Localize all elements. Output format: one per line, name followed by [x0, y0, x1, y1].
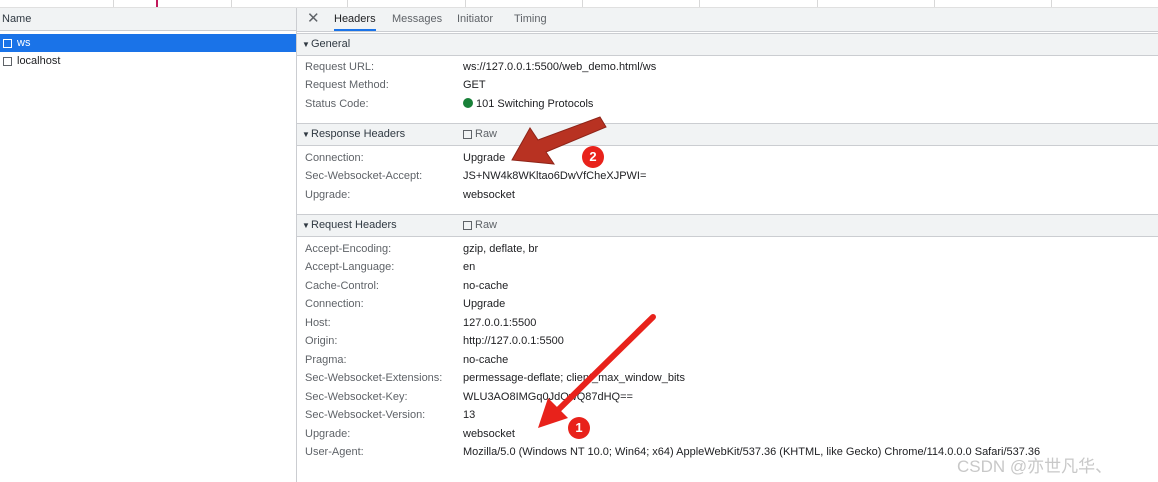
- request-details-panel: ✕ Headers Messages Initiator Timing ▼ Ge…: [297, 8, 1158, 482]
- request-headers-section-header[interactable]: ▼ Request Headers Raw: [297, 214, 1158, 237]
- timeline-tick: [113, 0, 114, 7]
- request-header-row: Host: 127.0.0.1:5500: [297, 314, 1158, 332]
- header-value: http://127.0.0.1:5500: [463, 335, 564, 347]
- status-value: 101 Switching Protocols: [463, 95, 593, 113]
- expand-triangle-icon: ▼: [302, 40, 310, 49]
- request-name: localhost: [17, 55, 61, 67]
- header-value: gzip, deflate, br: [463, 243, 539, 255]
- status-text: 101 Switching Protocols: [476, 98, 594, 110]
- timeline-tick: [817, 0, 818, 7]
- section-title: Request Headers: [311, 219, 397, 231]
- header-key: Accept-Encoding:: [305, 243, 392, 255]
- timeline-tick: [582, 0, 583, 7]
- response-header-row: Connection: Upgrade: [297, 149, 1158, 167]
- request-name: ws: [17, 37, 31, 49]
- timeline-tick: [347, 0, 348, 7]
- header-value: Mozilla/5.0 (Windows NT 10.0; Win64; x64…: [463, 446, 1041, 458]
- header-key: User-Agent:: [305, 446, 364, 458]
- document-request-icon: [3, 56, 12, 66]
- header-key: Sec-Websocket-Accept:: [305, 170, 423, 182]
- watermark: CSDN @亦世凡华、: [957, 457, 1113, 476]
- header-key: Cache-Control:: [305, 280, 379, 292]
- websocket-request-icon: [3, 38, 12, 48]
- section-title: General: [311, 38, 351, 50]
- request-header-row: Pragma: no-cache: [297, 351, 1158, 369]
- header-key: Sec-Websocket-Key:: [305, 391, 408, 403]
- header-value: permessage-deflate; client_max_window_bi…: [463, 372, 685, 384]
- request-header-row: Upgrade: websocket: [297, 425, 1158, 443]
- header-value: en: [463, 261, 476, 273]
- header-value: ws://127.0.0.1:5500/web_demo.html/ws: [463, 61, 657, 73]
- header-key: Status Code:: [305, 98, 369, 110]
- general-row: Status Code: 101 Switching Protocols: [297, 95, 1158, 113]
- timeline-marker: [156, 0, 158, 7]
- header-value: 127.0.0.1:5500: [463, 317, 537, 329]
- raw-toggle[interactable]: Raw: [463, 215, 497, 236]
- response-header-row: Upgrade: websocket: [297, 186, 1158, 204]
- tab-messages[interactable]: Messages: [392, 8, 442, 31]
- general-section-header[interactable]: ▼ General: [297, 33, 1158, 56]
- timeline-tick: [699, 0, 700, 7]
- header-value: no-cache: [463, 354, 509, 366]
- request-row-localhost[interactable]: localhost: [0, 52, 296, 70]
- checkbox-icon: [463, 130, 472, 139]
- timeline-tick: [465, 0, 466, 7]
- request-list-panel: Name ws localhost: [0, 8, 297, 482]
- header-value: Upgrade: [463, 298, 506, 310]
- header-value: no-cache: [463, 280, 509, 292]
- header-key: Request URL:: [305, 61, 375, 73]
- checkbox-icon: [463, 221, 472, 230]
- status-success-icon: [463, 98, 473, 108]
- header-key: Origin:: [305, 335, 338, 347]
- header-value: GET: [463, 79, 486, 91]
- details-tab-bar: ✕ Headers Messages Initiator Timing: [297, 8, 1158, 32]
- header-key: Upgrade:: [305, 189, 351, 201]
- response-header-row: Sec-Websocket-Accept: JS+NW4k8WKltao6DwV…: [297, 167, 1158, 185]
- general-row: Request URL: ws://127.0.0.1:5500/web_dem…: [297, 58, 1158, 76]
- close-icon[interactable]: ✕: [307, 10, 320, 28]
- raw-label: Raw: [475, 128, 498, 140]
- header-key: Host:: [305, 317, 331, 329]
- timeline-tick: [1051, 0, 1052, 7]
- header-key: Upgrade:: [305, 428, 351, 440]
- response-headers-section-header[interactable]: ▼ Response Headers Raw: [297, 123, 1158, 146]
- request-header-row: Accept-Encoding: gzip, deflate, br: [297, 240, 1158, 258]
- request-row-ws[interactable]: ws: [0, 34, 296, 52]
- header-key: Sec-Websocket-Version:: [305, 409, 426, 421]
- header-value: Upgrade: [463, 152, 506, 164]
- header-key: Connection:: [305, 298, 364, 310]
- general-row: Request Method: GET: [297, 76, 1158, 94]
- expand-triangle-icon: ▼: [302, 130, 310, 139]
- header-value: websocket: [463, 428, 515, 440]
- top-timeline-strip: [0, 0, 1158, 8]
- annotation-badge-1: 1: [568, 417, 590, 439]
- header-key: Accept-Language:: [305, 261, 395, 273]
- request-header-row: Connection: Upgrade: [297, 295, 1158, 313]
- expand-triangle-icon: ▼: [302, 221, 310, 230]
- request-header-row: Sec-Websocket-Key: WLU3AO8IMGq0JdOwQ87dH…: [297, 388, 1158, 406]
- name-column-header[interactable]: Name: [0, 8, 296, 31]
- request-header-row: Accept-Language: en: [297, 258, 1158, 276]
- tab-headers[interactable]: Headers: [334, 8, 376, 31]
- request-header-row: Sec-Websocket-Version: 13: [297, 406, 1158, 424]
- timeline-tick: [231, 0, 232, 7]
- header-value: JS+NW4k8WKltao6DwVfCheXJPWI=: [463, 170, 647, 182]
- header-key: Request Method:: [305, 79, 389, 91]
- header-value: 13: [463, 409, 476, 421]
- raw-label: Raw: [475, 219, 498, 231]
- header-value: websocket: [463, 189, 515, 201]
- request-header-row: Cache-Control: no-cache: [297, 277, 1158, 295]
- annotation-badge-2: 2: [582, 146, 604, 168]
- raw-toggle[interactable]: Raw: [463, 124, 497, 145]
- header-value: WLU3AO8IMGq0JdOwQ87dHQ==: [463, 391, 633, 403]
- header-key: Pragma:: [305, 354, 347, 366]
- tab-timing[interactable]: Timing: [514, 8, 547, 31]
- request-header-row: Origin: http://127.0.0.1:5500: [297, 332, 1158, 350]
- header-key: Sec-Websocket-Extensions:: [305, 372, 443, 384]
- header-key: Connection:: [305, 152, 364, 164]
- section-title: Response Headers: [311, 128, 406, 140]
- tab-initiator[interactable]: Initiator: [457, 8, 493, 31]
- request-header-row: Sec-Websocket-Extensions: permessage-def…: [297, 369, 1158, 387]
- timeline-tick: [934, 0, 935, 7]
